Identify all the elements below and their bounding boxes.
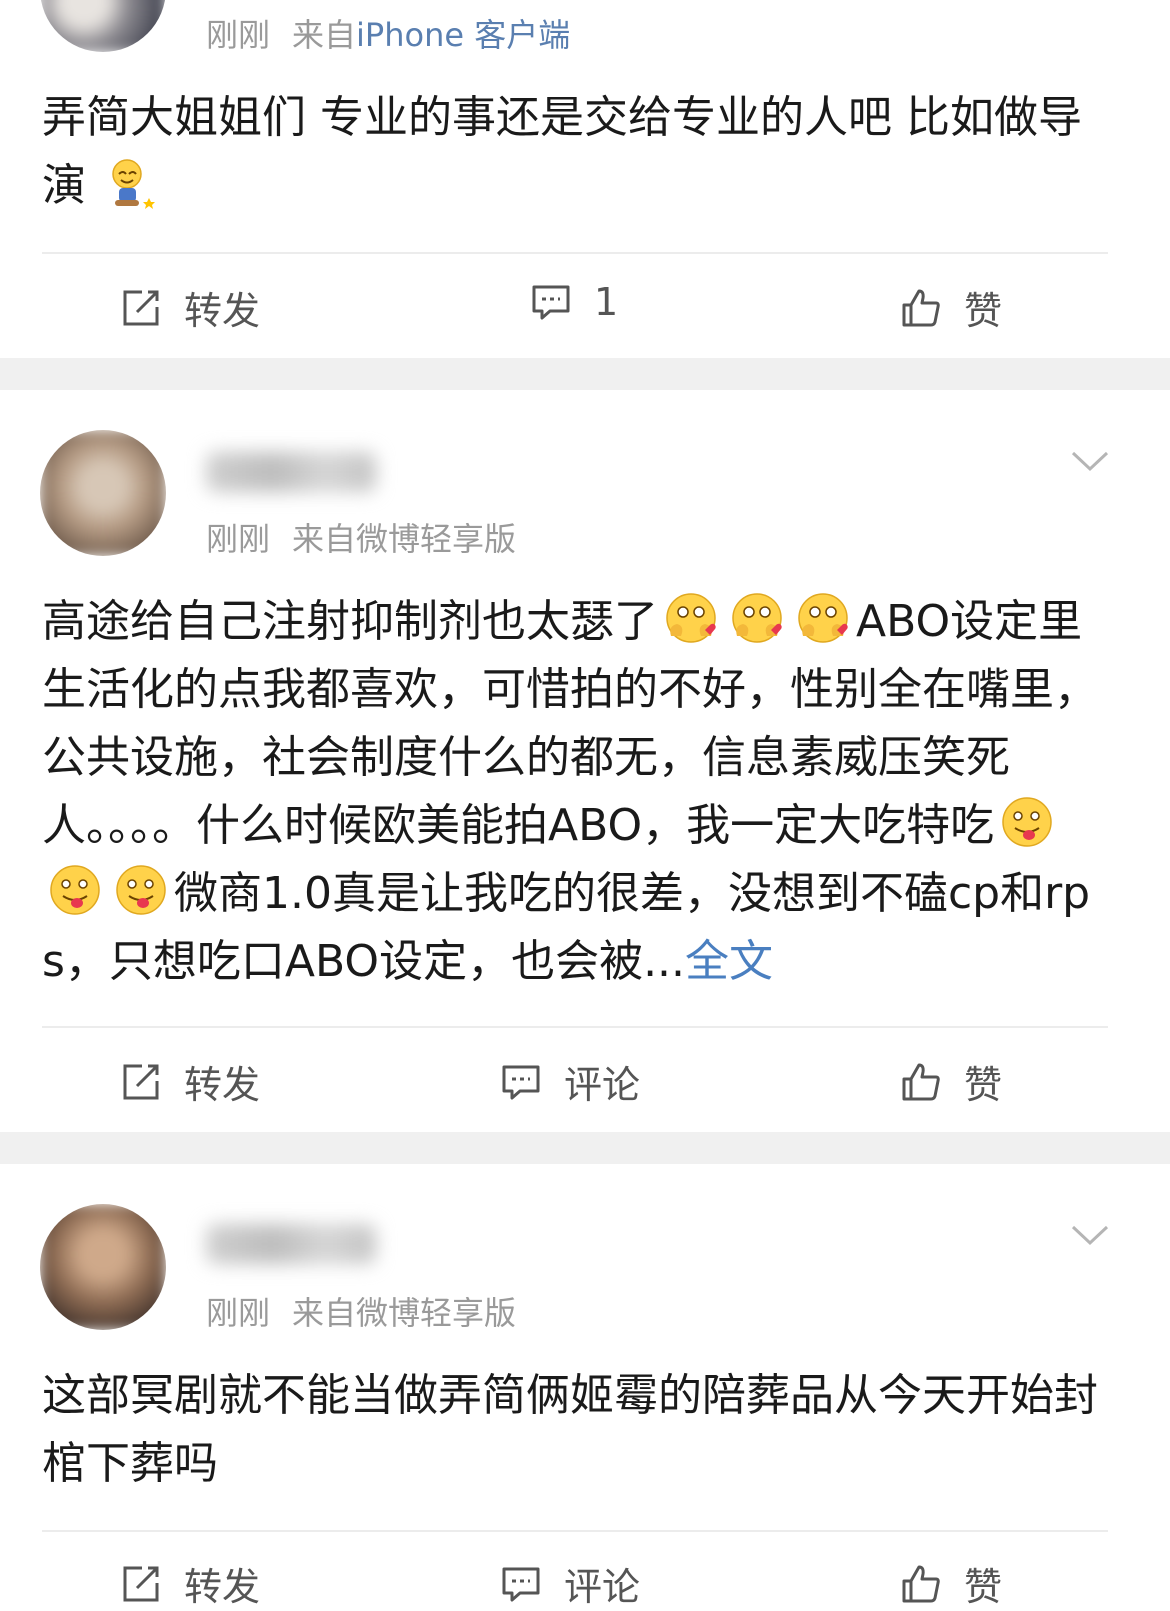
avatar[interactable]: [40, 0, 166, 52]
like-button[interactable]: 赞: [900, 1054, 1002, 1109]
tongue-out-emoji-icon: [50, 865, 100, 915]
thumbs-up-icon: [902, 289, 940, 326]
tongue-out-emoji-icon: [116, 865, 166, 915]
chevron-down-icon[interactable]: [1070, 448, 1110, 474]
repost-button[interactable]: 转发: [120, 1556, 260, 1611]
heart-eyes-hands-emoji-icon: [666, 593, 716, 643]
heart-eyes-hands-emoji-icon: [732, 593, 782, 643]
heart-eyes-hands-emoji-icon: [798, 593, 848, 643]
repost-icon: [123, 290, 159, 325]
comment-icon: [502, 1567, 540, 1601]
repost-label: 转发: [184, 1063, 261, 1107]
comment-button[interactable]: 1: [530, 280, 618, 324]
post-source: 来自微博轻享版: [292, 520, 517, 558]
comment-icon: [532, 285, 570, 320]
post-content[interactable]: 高途给自己注射抑制剂也太瑟了 ABO设定里生活化的点我都喜欢，可惜拍的不好，性别全…: [42, 588, 1117, 996]
avatar[interactable]: [40, 1204, 166, 1330]
chevron-down-icon[interactable]: [1070, 1222, 1110, 1248]
like-label: 赞: [964, 1063, 1003, 1107]
post-text: 弄简大姐姐们 专业的事还是交给专业的人吧 比如做导演: [42, 92, 1082, 211]
like-button[interactable]: 赞: [900, 280, 1002, 335]
comment-button[interactable]: 评论: [500, 1556, 640, 1611]
post-text-part-3: 微商1.0真是让我吃的很差，没想到不磕cp和rps，只想吃口ABO设定，也会被.…: [42, 868, 1091, 987]
repost-label: 转发: [184, 1565, 261, 1609]
comment-label: 评论: [564, 1565, 641, 1609]
post-source-prefix: 来自: [292, 16, 357, 54]
post-source-link[interactable]: iPhone 客户端: [356, 16, 570, 54]
repost-button[interactable]: 转发: [120, 1054, 260, 1109]
post-card-2: 刚刚 来自微博轻享版 高途给自己注射抑制剂也太瑟了 ABO设定里生活化的点我都喜欢，…: [0, 390, 1170, 1132]
post-source: 来自微博轻享版: [292, 1294, 517, 1332]
post-text-part-1: 高途给自己注射抑制剂也太瑟了: [42, 596, 658, 647]
like-label: 赞: [964, 289, 1003, 333]
divider: [42, 252, 1108, 254]
post-meta: 刚刚 来自微博轻享版: [206, 1288, 516, 1334]
post-time: 刚刚: [206, 1294, 271, 1332]
comment-count: 1: [594, 280, 619, 324]
divider: [42, 1026, 1108, 1028]
username-blurred[interactable]: [206, 452, 376, 492]
post-card-3: 刚刚 来自微博轻享版 这部冥剧就不能当做弄简俩姬霉的陪葬品从今天开始封棺下葬吗 转…: [0, 1164, 1170, 1609]
post-content[interactable]: 这部冥剧就不能当做弄简俩姬霉的陪葬品从今天开始封棺下葬吗: [42, 1362, 1117, 1498]
comment-button[interactable]: 评论: [500, 1054, 640, 1109]
comment-icon: [502, 1065, 540, 1099]
repost-icon: [123, 1064, 159, 1099]
post-text: 这部冥剧就不能当做弄简俩姬霉的陪葬品从今天开始封棺下葬吗: [42, 1370, 1098, 1489]
repost-button[interactable]: 转发: [120, 280, 260, 335]
like-label: 赞: [964, 1565, 1003, 1609]
thumbs-up-icon: [902, 1565, 940, 1602]
post-card-1: 刚刚 来自iPhone 客户端 弄简大姐姐们 专业的事还是交给专业的人吧 比如做导…: [0, 0, 1170, 358]
repost-label: 转发: [184, 289, 261, 333]
divider: [42, 1530, 1108, 1532]
post-meta: 刚刚 来自微博轻享版: [206, 514, 516, 560]
post-time: 刚刚: [206, 520, 271, 558]
card-separator: [0, 1132, 1170, 1164]
sweat-smile-emoji-icon: [112, 159, 155, 209]
post-content[interactable]: 弄简大姐姐们 专业的事还是交给专业的人吧 比如做导演: [42, 84, 1117, 220]
post-time: 刚刚: [206, 16, 271, 54]
thumbs-up-icon: [902, 1063, 940, 1100]
like-button[interactable]: 赞: [900, 1556, 1002, 1611]
username-blurred[interactable]: [206, 1224, 376, 1264]
avatar[interactable]: [40, 430, 166, 556]
post-meta: 刚刚 来自iPhone 客户端: [206, 10, 570, 56]
tongue-out-emoji-icon: [1002, 797, 1052, 847]
card-separator: [0, 358, 1170, 390]
repost-icon: [123, 1566, 159, 1601]
comment-label: 评论: [564, 1063, 641, 1107]
read-more-link[interactable]: 全文: [685, 936, 773, 987]
